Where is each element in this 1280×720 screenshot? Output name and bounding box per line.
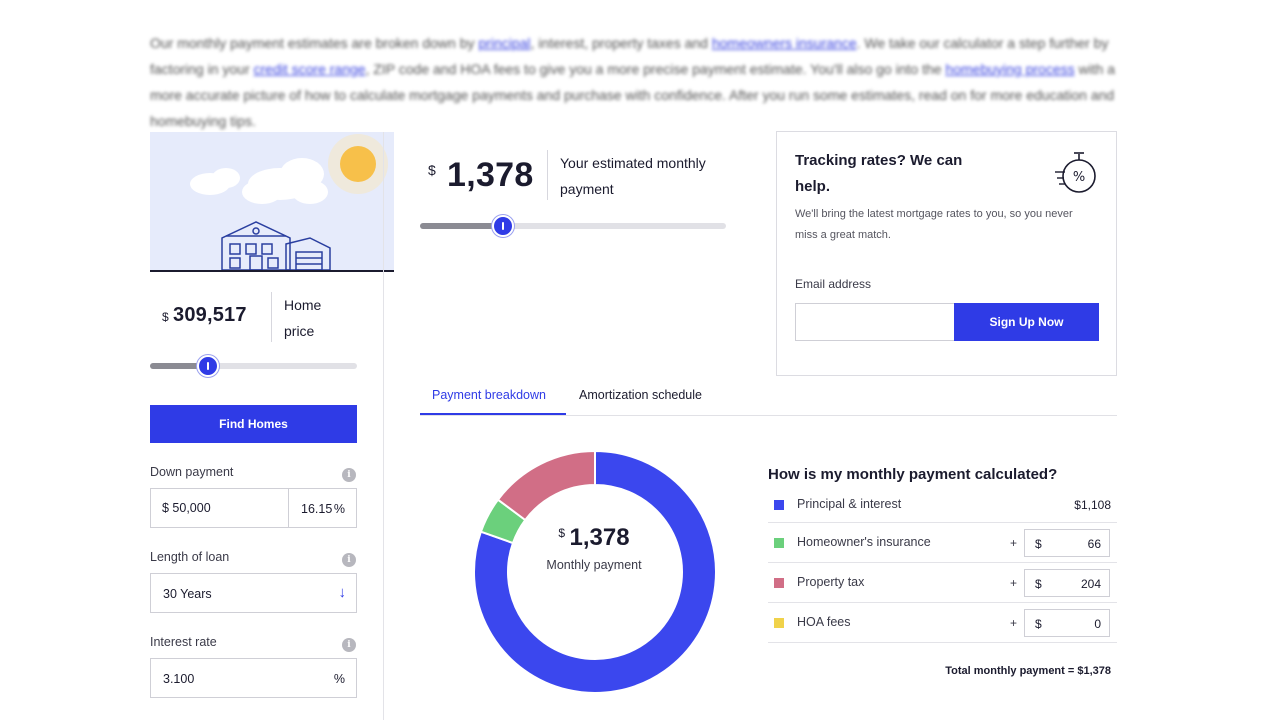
- principal-link[interactable]: principal: [478, 35, 530, 51]
- currency-symbol: $: [1035, 617, 1042, 631]
- intro-paragraph: Our monthly payment estimates are broken…: [150, 30, 1130, 134]
- info-icon[interactable]: i: [342, 553, 356, 567]
- estimated-payment-display: $ 1,378 Your estimated monthly payment: [420, 150, 740, 220]
- total-monthly-payment: Total monthly payment = $1,378: [945, 665, 1111, 677]
- sign-up-button[interactable]: Sign Up Now: [954, 303, 1099, 341]
- calculator-inputs-panel: $ 309,517 Home price Find Homes Down pay…: [150, 132, 394, 720]
- email-input[interactable]: [795, 303, 955, 341]
- breakdown-label: Property tax: [797, 575, 865, 589]
- donut-slice-property-tax: [496, 449, 596, 522]
- breakdown-row-property-tax: Property tax + $ 204: [768, 563, 1117, 603]
- breakdown-label: Homeowner's insurance: [797, 535, 931, 549]
- credit-score-range-link[interactable]: credit score range: [254, 61, 366, 77]
- tab-amortization-schedule[interactable]: Amortization schedule: [579, 388, 702, 402]
- payment-tabs: Payment breakdown Amortization schedule: [420, 383, 1117, 416]
- insurance-value: 66: [1087, 537, 1101, 551]
- insurance-swatch: [774, 538, 784, 548]
- currency-symbol: $: [1035, 537, 1042, 551]
- monthly-payment-slider-handle[interactable]: [491, 215, 514, 237]
- homebuying-process-link[interactable]: homebuying process: [945, 61, 1074, 77]
- divider: [547, 150, 548, 200]
- estimate-label: Your estimated monthly payment: [560, 155, 706, 197]
- svg-text:%: %: [1073, 170, 1085, 185]
- donut-value: 1,378: [569, 524, 630, 551]
- down-payment-percent-value: 16.15: [301, 502, 333, 516]
- down-payment-percent-input[interactable]: 16.15 %: [288, 488, 357, 528]
- hoa-fees-input[interactable]: $ 0: [1024, 609, 1110, 637]
- down-payment-amount-input[interactable]: $ 50,000: [150, 488, 289, 528]
- percent-unit: %: [333, 502, 345, 516]
- tab-payment-breakdown[interactable]: Payment breakdown: [432, 388, 546, 402]
- monthly-payment-slider-fill: [420, 223, 503, 229]
- payment-donut-chart: [473, 449, 717, 694]
- home-price-currency: $: [162, 310, 169, 324]
- breakdown-label: Principal & interest: [797, 497, 902, 511]
- property-tax-input[interactable]: $ 204: [1024, 569, 1110, 597]
- breakdown-row-insurance: Homeowner's insurance + $ 66: [768, 523, 1117, 563]
- tracking-description: We'll bring the latest mortgage rates to…: [795, 208, 1073, 241]
- find-homes-button[interactable]: Find Homes: [150, 405, 357, 443]
- home-price-label: Home price: [284, 297, 322, 339]
- intro-text: , interest, property taxes and: [530, 35, 712, 51]
- breakdown-row-principal: Principal & interest $1,108: [768, 487, 1117, 523]
- info-icon[interactable]: i: [342, 468, 356, 482]
- house-illustration: [150, 132, 394, 272]
- breakdown-label: HOA fees: [797, 615, 851, 629]
- email-label: Email address: [795, 277, 872, 291]
- home-price-display: $ 309,517 Home price: [150, 292, 384, 352]
- hoa-swatch: [774, 618, 784, 628]
- loan-length-label: Length of loan: [150, 550, 230, 564]
- donut-label: Monthly payment: [546, 558, 642, 572]
- home-price-value[interactable]: 309,517: [173, 304, 247, 327]
- loan-length-select[interactable]: 30 Years ↓: [150, 573, 357, 613]
- home-price-slider[interactable]: [150, 355, 357, 377]
- currency-symbol: $: [1035, 577, 1042, 591]
- interest-rate-value: 3.100: [163, 672, 195, 686]
- plus-sign: +: [1010, 576, 1018, 590]
- principal-swatch: [774, 500, 784, 510]
- arrow-down-icon: ↓: [338, 584, 347, 601]
- insurance-input[interactable]: $ 66: [1024, 529, 1110, 557]
- donut-currency: $: [558, 526, 566, 540]
- column-divider: [383, 132, 384, 720]
- principal-interest-value: $1,108: [1074, 498, 1111, 512]
- home-price-slider-handle[interactable]: [196, 355, 219, 377]
- interest-rate-label: Interest rate: [150, 635, 217, 649]
- monthly-payment-slider[interactable]: [420, 215, 726, 237]
- donut-center-label: $ 1,378 Monthly payment: [524, 524, 664, 572]
- estimate-value: 1,378: [447, 156, 534, 194]
- breakdown-title: How is my monthly payment calculated?: [768, 466, 1058, 483]
- breakdown-row-hoa: HOA fees + $ 0: [768, 603, 1117, 643]
- tracking-title: Tracking rates? We can help.: [795, 152, 963, 195]
- hoa-fees-value: 0: [1094, 617, 1101, 631]
- info-icon[interactable]: i: [342, 638, 356, 652]
- rate-tracking-card: Tracking rates? We can help. % We'll bri…: [776, 131, 1117, 376]
- loan-length-value: 30 Years: [163, 587, 212, 601]
- down-payment-label: Down payment: [150, 465, 234, 479]
- property-tax-swatch: [774, 578, 784, 588]
- property-tax-value: 204: [1080, 577, 1101, 591]
- intro-text: , ZIP code and HOA fees to give you a mo…: [365, 61, 946, 77]
- estimate-currency: $: [428, 162, 436, 178]
- intro-text: Our monthly payment estimates are broken…: [150, 35, 479, 51]
- plus-sign: +: [1010, 616, 1018, 630]
- homeowners-insurance-link[interactable]: homeowners insurance: [712, 35, 857, 51]
- percent-unit: %: [333, 672, 345, 686]
- divider: [271, 292, 272, 342]
- plus-sign: +: [1010, 536, 1018, 550]
- interest-rate-input[interactable]: 3.100 %: [150, 658, 357, 698]
- stopwatch-percent-icon: %: [1053, 148, 1101, 201]
- active-tab-indicator: [420, 413, 566, 415]
